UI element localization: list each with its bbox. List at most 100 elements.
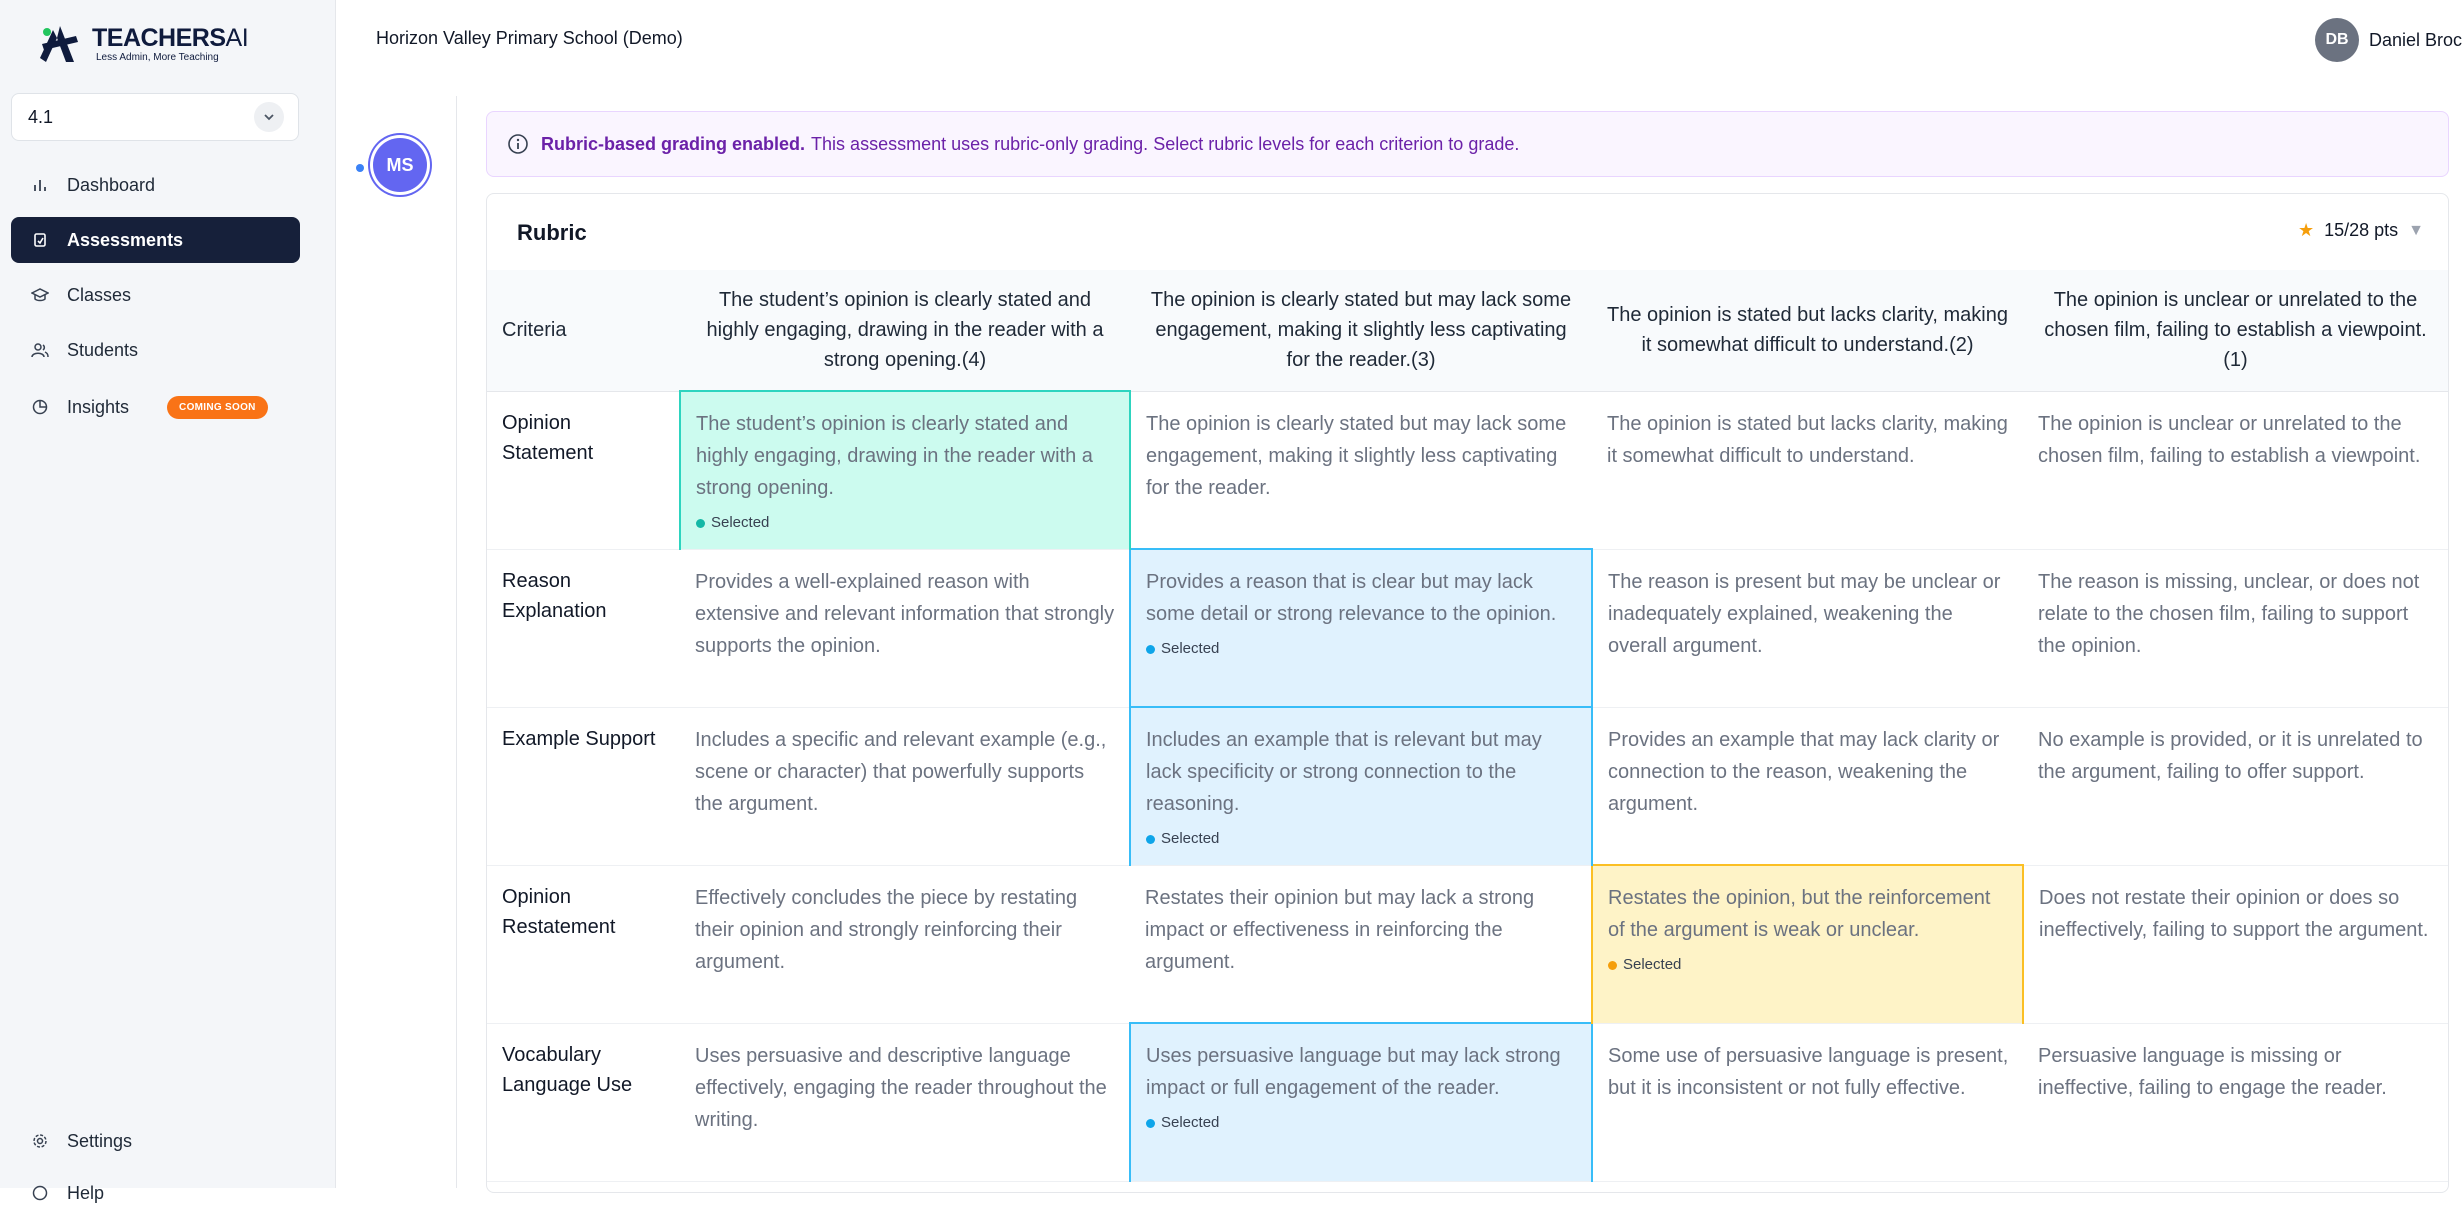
- rubric-level-cell[interactable]: Provides an example that may lack clarit…: [1592, 707, 2023, 866]
- rubric-row: Example Support Includes a specific and r…: [487, 706, 2448, 866]
- rubric-table: Criteria The student’s opinion is clearl…: [487, 270, 2448, 1182]
- rubric-level-cell[interactable]: Some use of persuasive language is prese…: [1592, 1023, 2023, 1182]
- selected-label: Selected: [1161, 1114, 1220, 1131]
- rubric-cell-text: The reason is present but may be unclear…: [1608, 570, 2001, 657]
- rubric-row: Opinion Statement The student’s opinion i…: [487, 390, 2448, 550]
- banner-text: This assessment uses rubric-only grading…: [811, 133, 1520, 154]
- rubric-level-cell[interactable]: Uses persuasive language but may lack st…: [1129, 1022, 1593, 1182]
- rubric-level-cell[interactable]: Uses persuasive and descriptive language…: [680, 1023, 1130, 1182]
- level-header: The opinion is clearly stated but may la…: [1130, 270, 1592, 392]
- nav-settings-label: Settings: [67, 1130, 133, 1151]
- rubric-level-cell[interactable]: No example is provided, or it is unrelat…: [2023, 707, 2448, 866]
- student-avatar[interactable]: MS: [373, 138, 427, 192]
- criterion-name: Example Support: [487, 707, 680, 866]
- selected-label: Selected: [1623, 956, 1682, 973]
- nav-classes[interactable]: Classes: [11, 272, 300, 318]
- nav-assessments-label: Assessments: [67, 229, 184, 250]
- graduation-cap-icon: [31, 286, 49, 304]
- users-icon: [31, 341, 49, 359]
- rubric-level-cell[interactable]: Provides a reason that is clear but may …: [1129, 548, 1593, 708]
- rubric-cell-text: Provides an example that may lack clarit…: [1608, 728, 2000, 815]
- rubric-points-value: 15/28 pts: [2324, 220, 2399, 240]
- selected-indicator: Selected: [1146, 640, 1577, 658]
- selected-label: Selected: [711, 514, 770, 531]
- rubric-cell-text: Some use of persuasive language is prese…: [1608, 1044, 2009, 1099]
- selected-label: Selected: [1161, 830, 1220, 847]
- rubric-level-cell[interactable]: Restates the opinion, but the reinforcem…: [1591, 864, 2024, 1024]
- user-menu[interactable]: DB Daniel Brock: [2315, 18, 2463, 62]
- criterion-name: Opinion Restatement: [487, 865, 680, 1024]
- selected-dot-icon: [696, 518, 705, 528]
- rubric-cell-text: Does not restate their opinion or does s…: [2039, 886, 2429, 941]
- rubric-level-cell[interactable]: Includes an example that is relevant but…: [1129, 706, 1593, 866]
- rubric-level-cell[interactable]: Provides a well-explained reason with ex…: [680, 549, 1130, 708]
- nav-insights-label: Insights: [67, 396, 130, 417]
- rubric-level-cell[interactable]: Persuasive language is missing or ineffe…: [2023, 1023, 2448, 1182]
- nav-students-label: Students: [67, 339, 139, 360]
- brand-logo[interactable]: TEACHERSAI Less Admin, More Teaching: [38, 22, 249, 64]
- banner-title: Rubric-based grading enabled.: [541, 133, 806, 154]
- rubric-level-cell[interactable]: The reason is present but may be unclear…: [1592, 549, 2023, 708]
- rubric-cell-text: Restates the opinion, but the reinforcem…: [1608, 887, 1991, 941]
- selected-dot-icon: [1146, 1118, 1155, 1128]
- rubric-cell-text: Provides a well-explained reason with ex…: [695, 570, 1115, 657]
- nav-assessments[interactable]: Assessments: [11, 217, 300, 263]
- nav-dashboard[interactable]: Dashboard: [11, 162, 300, 208]
- pie-chart-icon: [31, 398, 49, 416]
- rubric-cell-text: Effectively concludes the piece by resta…: [695, 886, 1078, 973]
- rubric-row: Opinion Restatement Effectively concludes…: [487, 864, 2448, 1024]
- rubric-cell-text: Includes a specific and relevant example…: [695, 728, 1107, 815]
- gear-icon: [31, 1132, 49, 1150]
- rubric-cell-text: The opinion is clearly stated but may la…: [1146, 412, 1567, 499]
- class-selector-value: 4.1: [28, 106, 54, 127]
- rubric-cell-text: Uses persuasive language but may lack st…: [1146, 1045, 1561, 1099]
- sidebar: TEACHERSAI Less Admin, More Teaching 4.1…: [0, 0, 336, 1203]
- rubric-level-cell[interactable]: Does not restate their opinion or does s…: [2023, 865, 2448, 1024]
- student-list: MS: [336, 96, 457, 1188]
- rubric-level-cell[interactable]: The opinion is stated but lacks clarity,…: [1592, 391, 2023, 550]
- rubric-level-cell[interactable]: Includes a specific and relevant example…: [680, 707, 1130, 866]
- brand-tagline: Less Admin, More Teaching: [96, 52, 219, 63]
- rubric-cell-text: The student’s opinion is clearly stated …: [696, 413, 1093, 499]
- rubric-cell-text: Provides a reason that is clear but may …: [1146, 571, 1557, 625]
- nav-settings[interactable]: Settings: [11, 1118, 300, 1164]
- criterion-name: Vocabulary Language Use: [487, 1023, 680, 1182]
- nav-classes-label: Classes: [67, 284, 132, 305]
- help-icon: [31, 1184, 49, 1202]
- rubric-cell-text: The reason is missing, unclear, or does …: [2038, 570, 2420, 657]
- selected-dot-icon: [1146, 834, 1155, 844]
- rubric-header-row: Criteria The student’s opinion is clearl…: [487, 270, 2448, 392]
- rubric-cell-text: Persuasive language is missing or ineffe…: [2038, 1044, 2387, 1099]
- nav-insights[interactable]: Insights COMING SOON: [11, 384, 300, 430]
- rubric-card: Rubric ★ 15/28 pts ▼ Criteria The studen…: [486, 193, 2449, 1193]
- brand-name: TEACHERSAI: [92, 24, 249, 52]
- rubric-row: Vocabulary Language Use Uses persuasive a…: [487, 1022, 2448, 1182]
- star-icon: ★: [2297, 220, 2315, 240]
- rubric-level-cell[interactable]: The student’s opinion is clearly stated …: [679, 390, 1131, 550]
- rubric-cell-text: Uses persuasive and descriptive language…: [695, 1044, 1107, 1131]
- nav-students[interactable]: Students: [11, 327, 300, 373]
- selected-dot-icon: [1146, 644, 1155, 654]
- info-icon: [507, 133, 529, 155]
- rubric-cell-text: The opinion is unclear or unrelated to t…: [2038, 412, 2421, 467]
- logo-icon: [38, 22, 86, 64]
- rubric-level-cell[interactable]: Restates their opinion but may lack a st…: [1130, 865, 1592, 1024]
- rubric-level-cell[interactable]: The opinion is clearly stated but may la…: [1130, 391, 1592, 550]
- rubric-cell-text: The opinion is stated but lacks clarity,…: [1607, 412, 2008, 467]
- triangle-down-icon: ▼: [2408, 221, 2424, 239]
- rubric-level-cell[interactable]: The reason is missing, unclear, or does …: [2023, 549, 2448, 708]
- class-selector[interactable]: 4.1: [11, 93, 299, 141]
- level-header: The opinion is stated but lacks clarity,…: [1592, 270, 2023, 392]
- selected-dot-icon: [1608, 960, 1617, 970]
- rubric-level-cell[interactable]: The opinion is unclear or unrelated to t…: [2023, 391, 2448, 550]
- rubric-level-cell[interactable]: Effectively concludes the piece by resta…: [680, 865, 1130, 1024]
- rubric-cell-text: Includes an example that is relevant but…: [1146, 729, 1542, 815]
- user-name: Daniel Brock: [2369, 29, 2463, 50]
- nav-help[interactable]: Help: [11, 1170, 300, 1216]
- selected-indicator: Selected: [1608, 956, 2008, 974]
- coming-soon-badge: COMING SOON: [167, 395, 268, 419]
- active-student-indicator: [356, 164, 364, 172]
- rubric-points[interactable]: ★ 15/28 pts ▼: [2298, 220, 2424, 241]
- criterion-name: Reason Explanation: [487, 549, 680, 708]
- rubric-row: Reason Explanation Provides a well-explai…: [487, 548, 2448, 708]
